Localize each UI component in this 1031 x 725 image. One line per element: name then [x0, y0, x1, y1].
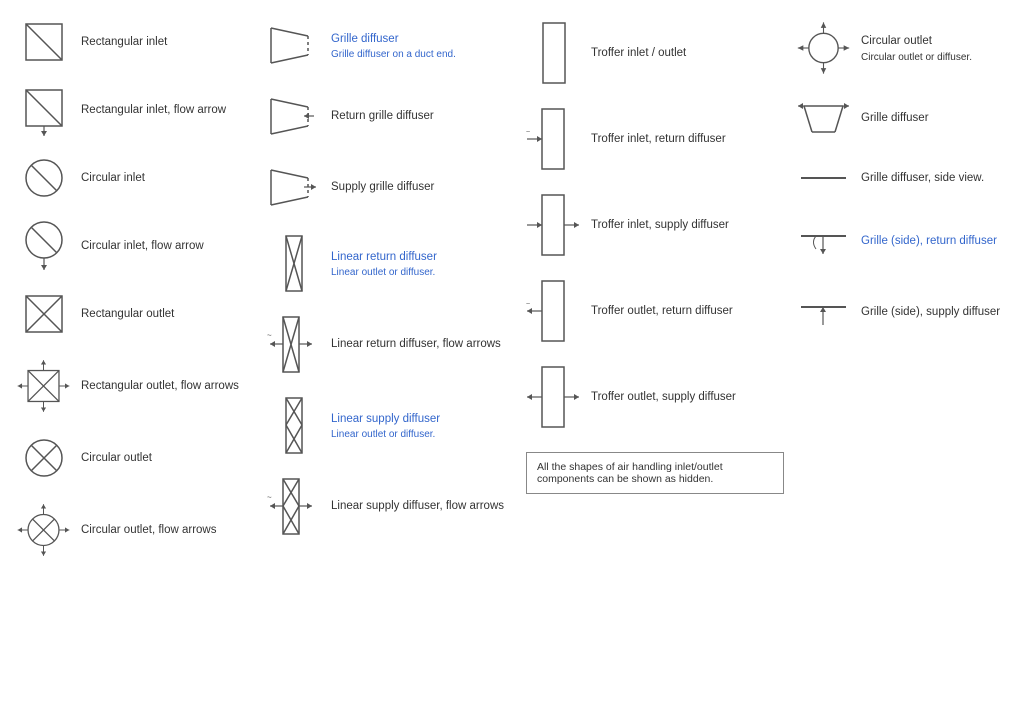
label-circ-inlet: Circular inlet: [81, 170, 145, 186]
item-rect-inlet-flow: Rectangular inlet, flow arrow: [10, 74, 260, 146]
sublabel-linear-supply: Linear outlet or diffuser.: [331, 429, 440, 440]
symbol-troffer-inlet-sup: [526, 190, 581, 260]
item-grille-diff2: Grille diffuser: [790, 86, 1031, 150]
label-return-grille: Return grille diffuser: [331, 108, 434, 124]
label-circ-outlet: Circular outlet: [81, 450, 152, 466]
label-troffer-inlet-sup: Troffer inlet, supply diffuser: [591, 217, 729, 233]
label-troffer-inlet-ret: Troffer inlet, return diffuser: [591, 131, 726, 147]
item-rect-outlet: Rectangular outlet: [10, 282, 260, 346]
symbol-grille-side: [796, 158, 851, 198]
label-grille-side-ret: Grille (side), return diffuser: [861, 233, 997, 249]
label-rect-outlet: Rectangular outlet: [81, 306, 174, 322]
item-linear-return: Linear return diffuser Linear outlet or …: [260, 223, 520, 304]
item-linear-supply-flow: ~ Linear supply diffuser, flow arrows: [260, 466, 520, 547]
symbol-supply-grille: [266, 160, 321, 215]
symbol-grille-side-ret: [796, 214, 851, 269]
symbol-rect-outlet: [16, 290, 71, 338]
symbol-circ-outlet: [16, 434, 71, 482]
item-linear-supply: Linear supply diffuser Linear outlet or …: [260, 385, 520, 466]
item-rect-inlet: Rectangular inlet: [10, 10, 260, 74]
note-box: All the shapes of air handling inlet/out…: [526, 452, 784, 494]
symbol-grille-side-sup: [796, 285, 851, 340]
item-circ-outlet: Circular outlet: [10, 426, 260, 490]
item-supply-grille: Supply grille diffuser: [260, 152, 520, 223]
symbol-rect-outlet-flow: [16, 354, 71, 418]
label-grille-side-sup: Grille (side), supply diffuser: [861, 304, 1000, 320]
item-circ-outlet-flow: Circular outlet, flow arrows: [10, 490, 260, 570]
symbol-rect-inlet: [16, 18, 71, 66]
item-troffer-inlet-ret: ~ Troffer inlet, return diffuser: [520, 96, 790, 182]
item-circ-inlet: Circular inlet: [10, 146, 260, 210]
label-troffer-outlet-sup: Troffer outlet, supply diffuser: [591, 389, 736, 405]
label-supply-grille: Supply grille diffuser: [331, 179, 434, 195]
item-grille-side-sup: Grille (side), supply diffuser: [790, 277, 1031, 348]
item-rect-outlet-flow: Rectangular outlet, flow arrows: [10, 346, 260, 426]
symbol-troffer-io: [526, 18, 581, 88]
symbol-linear-return-flow: ~: [266, 312, 321, 377]
item-troffer-outlet-ret: ~ Troffer outlet, return diffuser: [520, 268, 790, 354]
symbol-linear-supply: [266, 393, 321, 458]
label-rect-inlet-flow: Rectangular inlet, flow arrow: [81, 102, 226, 118]
label-grille-diff2: Grille diffuser: [861, 110, 929, 126]
symbol-troffer-outlet-sup: [526, 362, 581, 432]
label-troffer-outlet-ret: Troffer outlet, return diffuser: [591, 303, 733, 319]
label-circ-outlet-flow: Circular outlet, flow arrows: [81, 522, 216, 538]
label-linear-return: Linear return diffuser: [331, 249, 437, 265]
svg-text:~: ~: [526, 129, 530, 136]
svg-text:~: ~: [267, 331, 272, 340]
symbol-return-grille: [266, 89, 321, 144]
item-circ-inlet-flow: Circular inlet, flow arrow: [10, 210, 260, 282]
symbol-linear-supply-flow: ~: [266, 474, 321, 539]
label-linear-return-flow: Linear return diffuser, flow arrows: [331, 336, 501, 352]
item-troffer-outlet-sup: Troffer outlet, supply diffuser: [520, 354, 790, 440]
symbol-grille-diff2: [796, 94, 851, 142]
item-troffer-io: Troffer inlet / outlet: [520, 10, 790, 96]
item-grille-side: Grille diffuser, side view.: [790, 150, 1031, 206]
label-linear-supply-flow: Linear supply diffuser, flow arrows: [331, 498, 504, 514]
item-return-grille: Return grille diffuser: [260, 81, 520, 152]
symbol-troffer-outlet-ret: ~: [526, 276, 581, 346]
svg-text:~: ~: [267, 493, 272, 502]
label-rect-inlet: Rectangular inlet: [81, 34, 167, 50]
label-circ-inlet-flow: Circular inlet, flow arrow: [81, 238, 204, 254]
symbol-troffer-inlet-ret: ~: [526, 104, 581, 174]
sublabel-circ-outlet-diff: Circular outlet or diffuser.: [861, 52, 972, 63]
item-troffer-inlet-sup: Troffer inlet, supply diffuser: [520, 182, 790, 268]
item-grille-side-ret: Grille (side), return diffuser: [790, 206, 1031, 277]
symbol-linear-return: [266, 231, 321, 296]
item-circ-outlet-diff: Circular outlet Circular outlet or diffu…: [790, 10, 1031, 86]
symbol-grille-diff: [266, 18, 321, 73]
label-linear-supply: Linear supply diffuser: [331, 411, 440, 427]
header-circ-outlet-diff: Circular outlet: [861, 33, 972, 49]
item-linear-return-flow: ~ Linear return diffuser, flow arrows: [260, 304, 520, 385]
symbol-circ-outlet-diff: [796, 18, 851, 78]
sublabel-linear-return: Linear outlet or diffuser.: [331, 267, 437, 278]
symbol-circ-inlet: [16, 154, 71, 202]
label-grille-side: Grille diffuser, side view.: [861, 170, 984, 186]
svg-text:~: ~: [526, 301, 530, 308]
label-rect-outlet-flow: Rectangular outlet, flow arrows: [81, 378, 239, 394]
item-grille-diff: Grille diffuser Grille diffuser on a duc…: [260, 10, 520, 81]
label-grille-diff: Grille diffuser: [331, 31, 456, 47]
symbol-rect-inlet-flow: [16, 82, 71, 138]
symbol-circ-inlet-flow: [16, 218, 71, 274]
symbol-circ-outlet-flow: [16, 498, 71, 562]
label-troffer-io: Troffer inlet / outlet: [591, 45, 686, 61]
sublabel-grille-diff: Grille diffuser on a duct end.: [331, 49, 456, 60]
